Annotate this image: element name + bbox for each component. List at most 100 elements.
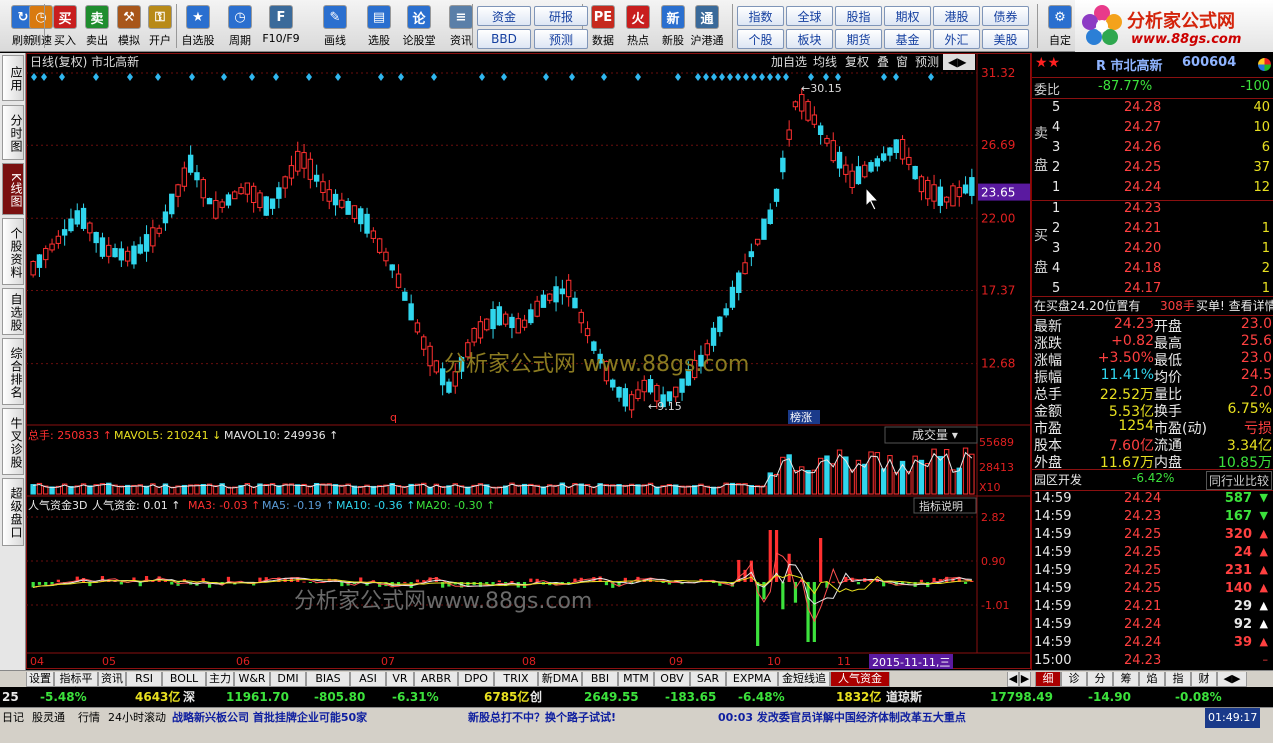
sell-level-row[interactable]: 3 24.26 6 xyxy=(1032,140,1273,158)
indicator-tab-20[interactable]: 金短线追踪 xyxy=(778,672,830,699)
quick-link-button[interactable]: BBD xyxy=(477,29,531,49)
buy-level-row[interactable]: 3 24.20 1 xyxy=(1032,241,1273,259)
quote-tab-2[interactable]: 分 xyxy=(1087,672,1113,687)
tab-scroll-right-icon[interactable]: ▶ xyxy=(1019,672,1031,687)
kline-chart-canvas[interactable]: 31.32 26.69 22.00 17.37 12.68 23.65 日线(复权) 市北高… xyxy=(26,53,1031,670)
left-tab-5[interactable]: 综合排名 xyxy=(2,338,24,405)
indicator-tab-18[interactable]: SAR xyxy=(690,672,726,687)
indicator-tab-19[interactable]: EXPMA xyxy=(726,672,778,687)
left-tab-4[interactable]: 自选股 xyxy=(2,288,24,335)
toolbar-button-5[interactable]: ⚿ 开户 xyxy=(143,2,177,50)
sell-level-row[interactable]: 1 24.24 12 xyxy=(1032,180,1273,198)
indicator-tab-14[interactable]: 新DMA xyxy=(538,672,582,687)
quote-tab-scroll-icon[interactable]: ◀▶ xyxy=(1217,672,1247,687)
market-link-button[interactable]: 美股 xyxy=(982,29,1029,49)
toolbar-button-3[interactable]: 卖卖出 xyxy=(80,2,114,50)
toolbar-button-15[interactable]: 新新股 xyxy=(656,2,690,50)
left-tab-6[interactable]: 牛叉诊股 xyxy=(2,408,24,475)
indicator-tab-16[interactable]: MTM xyxy=(618,672,654,687)
market-link-button[interactable]: 港股 xyxy=(933,6,980,26)
toolbar-button-4[interactable]: ⚒ 模拟 xyxy=(112,2,146,50)
quote-tab-1[interactable]: 诊 xyxy=(1061,672,1087,687)
chart-header-button[interactable]: 叠 xyxy=(877,55,889,69)
chart-header-button[interactable]: 加自选 xyxy=(771,55,807,69)
toolbar-button-9[interactable]: ✎ 画线 xyxy=(318,2,352,50)
indicator-tab-15[interactable]: BBI xyxy=(582,672,618,687)
indicator-tab-9[interactable]: ASI xyxy=(350,672,386,687)
market-link-button[interactable]: 股指 xyxy=(835,6,882,26)
market-link-button[interactable]: 板块 xyxy=(786,29,833,49)
left-tab-1[interactable]: 分时图 xyxy=(2,105,24,160)
indicator-tab-6[interactable]: W&R xyxy=(234,672,270,687)
quick-link-button[interactable]: 研报 xyxy=(534,6,588,26)
sell-level-row[interactable]: 5 24.28 40 xyxy=(1032,100,1273,118)
market-link-button[interactable]: 期权 xyxy=(884,6,931,26)
left-tab-3[interactable]: 个股资料 xyxy=(2,218,24,285)
toolbar-button-7[interactable]: ◷ 周期 xyxy=(223,2,257,50)
news-channel-tab[interactable]: 行情 xyxy=(78,708,100,728)
indicator-tab-2[interactable]: 资讯 xyxy=(98,672,126,687)
chart-header-button[interactable]: 复权 xyxy=(845,55,869,69)
left-tab-7[interactable]: 超级盘口 xyxy=(2,478,24,546)
quote-tab-6[interactable]: 财 xyxy=(1191,672,1217,687)
indicator-tab-0[interactable]: 设置 xyxy=(26,672,54,687)
news-headline[interactable]: 00:03 发改委官员详解中国经济体制改革五大重点 xyxy=(718,708,966,728)
news-channel-tab[interactable]: 股灵通 xyxy=(32,708,65,728)
toolbar-button-13[interactable]: PE 数据 xyxy=(586,2,620,50)
news-channel-tab[interactable]: 日记 xyxy=(2,708,24,728)
quote-tab-5[interactable]: 指 xyxy=(1165,672,1191,687)
chart-header-button[interactable]: 均线 xyxy=(813,55,837,69)
news-channel-tab[interactable]: 24小时滚动 xyxy=(108,708,166,728)
buy-level-row[interactable]: 1 24.23 xyxy=(1032,201,1273,219)
sell-level-row[interactable]: 4 24.27 10 xyxy=(1032,120,1273,138)
sell-level-row[interactable]: 2 24.25 37 xyxy=(1032,160,1273,178)
toolbar-button-16[interactable]: 通沪港通 xyxy=(690,2,724,50)
market-link-button[interactable]: 个股 xyxy=(737,29,784,49)
indicator-tab-21[interactable]: 人气资金3D xyxy=(830,672,890,699)
toolbar-button-6[interactable]: ★ 自选股 xyxy=(181,2,215,50)
big-order-notice[interactable]: 在买盘24.20位置有 308手 买单! 查看详情 xyxy=(1032,297,1273,315)
globe-icon[interactable] xyxy=(1258,58,1271,71)
market-link-button[interactable]: 全球 xyxy=(786,6,833,26)
toolbar-button-10[interactable]: ▤ 选股 xyxy=(362,2,396,50)
market-link-button[interactable]: 期货 xyxy=(835,29,882,49)
news-headline[interactable]: 战略新兴板公司 首批挂牌企业可能50家 xyxy=(172,708,367,728)
toolbar-button-11[interactable]: 论论股堂 xyxy=(402,2,436,50)
market-link-button[interactable]: 外汇 xyxy=(933,29,980,49)
indicator-tab-4[interactable]: BOLL xyxy=(162,672,206,687)
toolbar-button-8[interactable]: F F10/F9 xyxy=(258,2,304,50)
indicator-tab-10[interactable]: VR xyxy=(386,672,414,687)
indicator-tab-3[interactable]: RSI xyxy=(126,672,162,687)
left-tab-2[interactable]: K线图 xyxy=(2,163,24,215)
indicator-tab-11[interactable]: ARBR xyxy=(414,672,458,687)
chart-header-button[interactable]: 预测 xyxy=(915,55,939,69)
indicator-tab-8[interactable]: BIAS xyxy=(306,672,350,687)
sector-compare-button[interactable]: 同行业比较 xyxy=(1206,471,1273,490)
toolbar-button-14[interactable]: 火热点 xyxy=(621,2,655,50)
indicator-tab-12[interactable]: DPO xyxy=(458,672,494,687)
indicator-tab-5[interactable]: 主力 xyxy=(206,672,234,687)
buy-level-row[interactable]: 4 24.18 2 xyxy=(1032,261,1273,279)
candle-body xyxy=(187,154,194,173)
indicator-tab-7[interactable]: DMI xyxy=(270,672,306,687)
kline-chart-panel[interactable]: 31.32 26.69 22.00 17.37 12.68 23.65 日线(复权) 市北高… xyxy=(26,53,1031,670)
toolbar-button-2[interactable]: 买买入 xyxy=(48,2,82,50)
sector-row[interactable]: 园区开发 -6.42% 同行业比较 xyxy=(1032,471,1273,490)
indicator-tab-17[interactable]: OBV xyxy=(654,672,690,687)
quote-tab-4[interactable]: 焰 xyxy=(1139,672,1165,687)
chart-header-button[interactable]: 窗 xyxy=(896,55,908,69)
indicator-tab-1[interactable]: 指标平台 xyxy=(54,672,98,699)
market-link-button[interactable]: 债券 xyxy=(982,6,1029,26)
market-link-button[interactable]: 指数 xyxy=(737,6,784,26)
quote-tab-0[interactable]: 细 xyxy=(1035,672,1061,687)
quick-link-button[interactable]: 预测 xyxy=(534,29,588,49)
news-headline[interactable]: 新股总打不中？换个路子试试! xyxy=(468,708,616,728)
tab-scroll-left-icon[interactable]: ◀ xyxy=(1007,672,1019,687)
toolbar-button-17[interactable]: ⚙ 自定 xyxy=(1043,2,1077,50)
quote-tab-3[interactable]: 筹 xyxy=(1113,672,1139,687)
quick-link-button[interactable]: 资金 xyxy=(477,6,531,26)
indicator-tab-13[interactable]: TRIX xyxy=(494,672,538,687)
market-link-button[interactable]: 基金 xyxy=(884,29,931,49)
left-tab-0[interactable]: 应用 xyxy=(2,55,24,101)
buy-level-row[interactable]: 2 24.21 1 xyxy=(1032,221,1273,239)
